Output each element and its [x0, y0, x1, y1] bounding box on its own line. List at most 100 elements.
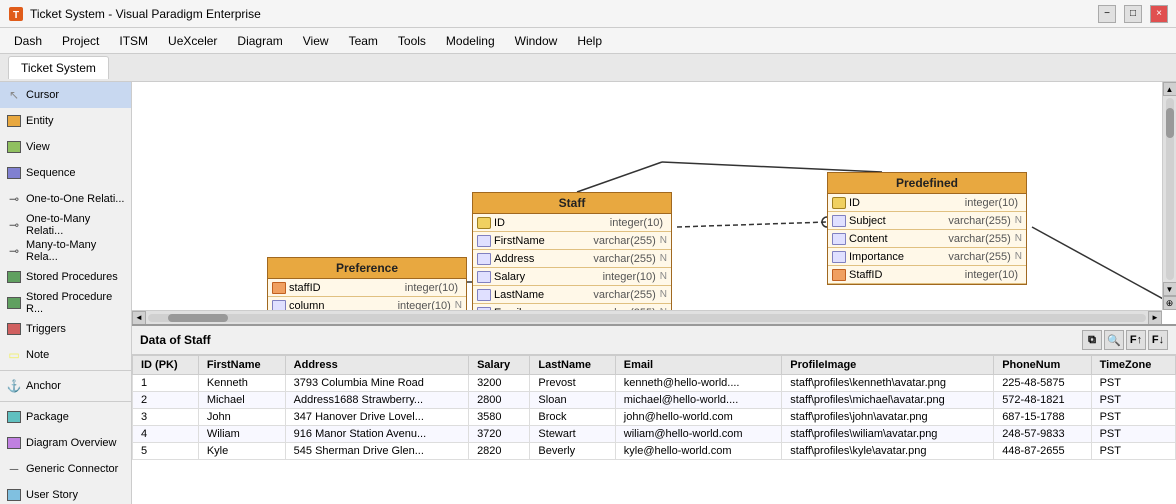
field-name: ID: [494, 217, 610, 229]
col-header: Salary: [469, 356, 530, 375]
sidebar-label-generic-connector: Generic Connector: [26, 463, 118, 475]
col-header: ProfileImage: [782, 356, 994, 375]
maximize-button[interactable]: □: [1124, 5, 1142, 23]
field-name: Salary: [494, 271, 603, 283]
search-btn[interactable]: 🔍: [1104, 330, 1124, 350]
menu-item-diagram[interactable]: Diagram: [227, 31, 292, 51]
sp-icon: [6, 269, 22, 285]
field-type: varchar(255): [948, 251, 1010, 263]
table-cell: kyle@hello-world.com: [615, 443, 782, 460]
hscroll-thumb[interactable]: [168, 314, 228, 322]
tab-ticket-system[interactable]: Ticket System: [8, 56, 109, 79]
tab-label: Ticket System: [21, 61, 96, 75]
vscroll-down-btn[interactable]: ▼: [1163, 282, 1176, 296]
table-cell: Beverly: [530, 443, 615, 460]
sp-icon: [6, 295, 22, 311]
diagram-icon: [6, 435, 22, 451]
table-cell: staff\profiles\kyle\avatar.png: [782, 443, 994, 460]
field-nullable: N: [1015, 251, 1022, 262]
table-row: 5Kyle545 Sherman Drive Glen...2820Beverl…: [133, 443, 1176, 460]
table-cell: PST: [1091, 375, 1175, 392]
sidebar-item-diagram-overview[interactable]: Diagram Overview: [0, 430, 131, 456]
field-name: Content: [849, 233, 948, 245]
sidebar-item-sequence[interactable]: Sequence: [0, 160, 131, 186]
sidebar-item-one-to-many[interactable]: ⊸One-to-Many Relati...: [0, 212, 131, 238]
sidebar-item-view[interactable]: View: [0, 134, 131, 160]
hscroll-right-btn[interactable]: ►: [1148, 311, 1162, 325]
col-header: FirstName: [198, 356, 285, 375]
data-table-wrapper[interactable]: ID (PK)FirstNameAddressSalaryLastNameEma…: [132, 355, 1176, 504]
canvas-area: Staff ID integer(10) FirstName varchar(255)…: [132, 82, 1176, 504]
copy-btn[interactable]: ⧉: [1082, 330, 1102, 350]
menu-item-uexceler[interactable]: UeXceler: [158, 31, 227, 51]
table-header-predefined: Predefined: [828, 173, 1026, 194]
table-cell: Kyle: [198, 443, 285, 460]
sidebar-item-triggers[interactable]: Triggers: [0, 316, 131, 342]
table-header-staff: Staff: [473, 193, 671, 214]
menu-item-tools[interactable]: Tools: [388, 31, 436, 51]
sidebar-item-stored-procedures[interactable]: Stored Procedures: [0, 264, 131, 290]
sidebar-item-note[interactable]: ▭Note: [0, 342, 131, 368]
field-name: FirstName: [494, 235, 593, 247]
table-cell: 3793 Columbia Mine Road: [285, 375, 468, 392]
close-button[interactable]: ×: [1150, 5, 1168, 23]
menu-item-itsm[interactable]: ITSM: [109, 31, 158, 51]
minimize-button[interactable]: −: [1098, 5, 1116, 23]
sidebar-item-user-story[interactable]: User Story: [0, 482, 131, 504]
col-header: Address: [285, 356, 468, 375]
table-cell: 225-48-5875: [994, 375, 1091, 392]
filter-desc-btn[interactable]: F↓: [1148, 330, 1168, 350]
sidebar-label-triggers: Triggers: [26, 323, 66, 335]
sidebar-item-cursor[interactable]: ↖Cursor: [0, 82, 131, 108]
field-nullable: N: [660, 271, 667, 282]
sidebar-item-anchor[interactable]: ⚓Anchor: [0, 373, 131, 399]
sidebar-label-package: Package: [26, 411, 69, 423]
hscroll-left-btn[interactable]: ◄: [132, 311, 146, 325]
field-icon: [477, 271, 491, 283]
vscroll-track[interactable]: [1166, 98, 1174, 280]
sidebar-item-many-to-many[interactable]: ⊸Many-to-Many Rela...: [0, 238, 131, 264]
data-panel-title: Data of Staff: [140, 333, 1080, 347]
menu-item-team[interactable]: Team: [339, 31, 388, 51]
field-name: StaffID: [849, 269, 965, 281]
menu-item-view[interactable]: View: [293, 31, 339, 51]
diagram-hscrollbar[interactable]: ◄ ►: [132, 310, 1162, 324]
table-cell: michael@hello-world....: [615, 392, 782, 409]
sidebar-item-generic-connector[interactable]: ─Generic Connector: [0, 456, 131, 482]
menu-item-window[interactable]: Window: [505, 31, 568, 51]
table-row: Importancevarchar(255)N: [828, 248, 1026, 266]
menu-item-modeling[interactable]: Modeling: [436, 31, 505, 51]
erd-table-preference[interactable]: Preference staffIDinteger(10)columninteg…: [267, 257, 467, 316]
extra-btn[interactable]: ⊕: [1163, 296, 1176, 310]
sidebar-item-stored-procedure-r[interactable]: Stored Procedure R...: [0, 290, 131, 316]
field-type: integer(10): [405, 282, 458, 294]
hscroll-track[interactable]: [148, 314, 1146, 322]
table-row: 4Wiliam916 Manor Station Avenu...3720Ste…: [133, 426, 1176, 443]
table-cell: 2: [133, 392, 199, 409]
table-cell: wiliam@hello-world.com: [615, 426, 782, 443]
titlebar: T Ticket System - Visual Paradigm Enterp…: [0, 0, 1176, 28]
sidebar-label-entity: Entity: [26, 115, 54, 127]
diagram-canvas[interactable]: Staff ID integer(10) FirstName varchar(255)…: [132, 82, 1176, 324]
menu-item-project[interactable]: Project: [52, 31, 109, 51]
erd-table-predefined[interactable]: Predefined IDinteger(10)Subjectvarchar(2…: [827, 172, 1027, 285]
vscroll-up-btn[interactable]: ▲: [1163, 82, 1176, 96]
filter-asc-btn[interactable]: F↑: [1126, 330, 1146, 350]
tabbar: Ticket System: [0, 54, 1176, 82]
sidebar-item-package[interactable]: Package: [0, 404, 131, 430]
menu-item-dash[interactable]: Dash: [4, 31, 52, 51]
sidebar-item-one-to-one[interactable]: ⊸One-to-One Relati...: [0, 186, 131, 212]
sidebar-label-one-to-many: One-to-Many Relati...: [26, 213, 125, 237]
sidebar-item-entity[interactable]: Entity: [0, 108, 131, 134]
table-row: 3John347 Hanover Drive Lovel...3580Brock…: [133, 409, 1176, 426]
sidebar-label-anchor: Anchor: [26, 380, 61, 392]
sidebar-label-sequence: Sequence: [26, 167, 76, 179]
table-cell: Prevost: [530, 375, 615, 392]
erd-table-staff[interactable]: Staff IDinteger(10)FirstNamevarchar(255)…: [472, 192, 672, 324]
menu-item-help[interactable]: Help: [567, 31, 612, 51]
diagram-vscrollbar[interactable]: ▲ ▼ ⊕: [1162, 82, 1176, 310]
data-table: ID (PK)FirstNameAddressSalaryLastNameEma…: [132, 355, 1176, 460]
col-header: Email: [615, 356, 782, 375]
vscroll-thumb[interactable]: [1166, 108, 1174, 138]
table-row: Addressvarchar(255)N: [473, 250, 671, 268]
